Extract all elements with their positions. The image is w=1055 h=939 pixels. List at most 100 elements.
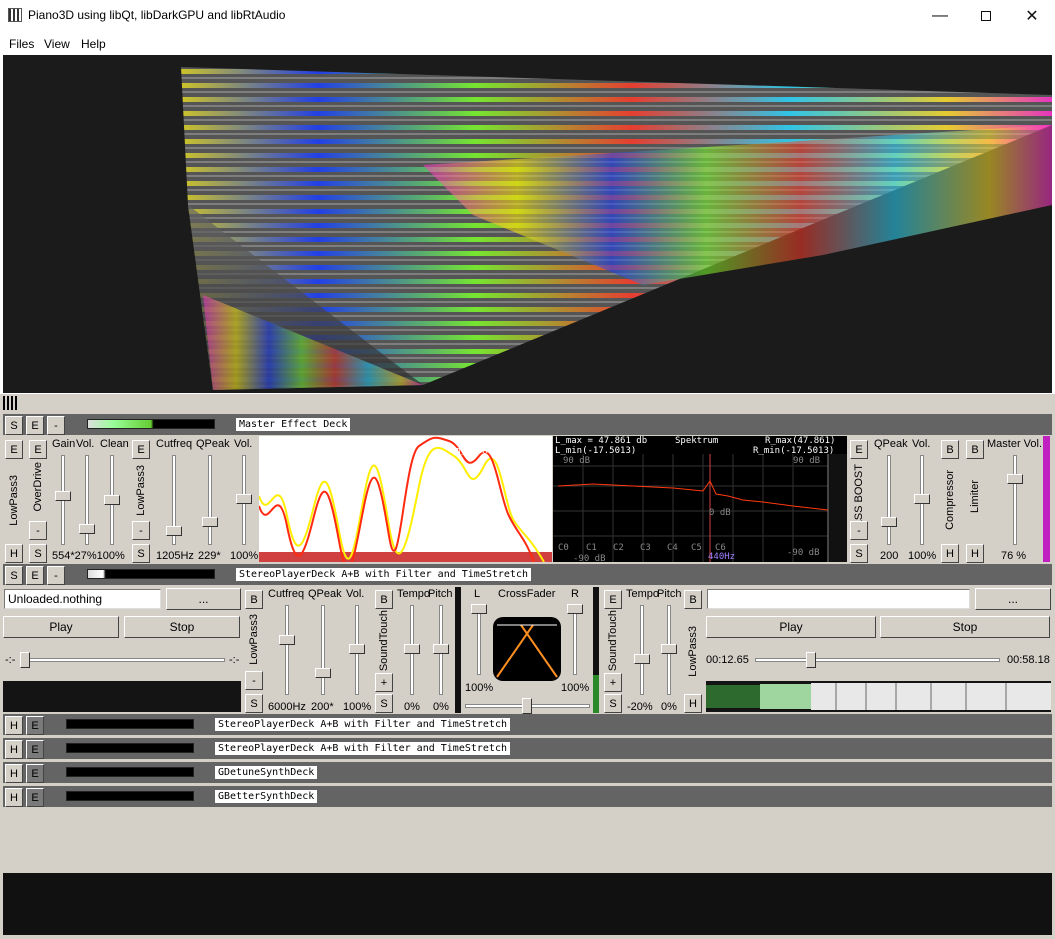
master-minus-button[interactable]: - — [47, 416, 65, 435]
stereo-cutfreq-slider-handle[interactable] — [279, 635, 295, 645]
master-vol-slider-track[interactable] — [1013, 455, 1017, 545]
overdrive-s-button[interactable]: S — [29, 544, 47, 563]
player-a-position-track[interactable] — [20, 658, 225, 662]
tempo-a-label: Tempo — [397, 588, 431, 600]
bassboost-s-button[interactable]: S — [850, 544, 868, 563]
tempo-b-label: Tempo — [626, 588, 660, 600]
deck-2-h-button[interactable]: H — [5, 740, 23, 759]
lowpass-h-button[interactable]: H — [5, 544, 23, 563]
master-s-button[interactable]: S — [5, 416, 23, 435]
bass-qpeak-slider-track[interactable] — [887, 455, 891, 545]
vol-slider-handle[interactable] — [236, 494, 252, 504]
player-a-b-button[interactable]: B — [245, 590, 263, 609]
master-vol-value: 76 % — [1001, 550, 1027, 562]
crossfader-position-handle[interactable] — [522, 698, 532, 714]
compressor-b-button[interactable]: B — [941, 440, 959, 459]
crossfader-l-slider-track[interactable] — [477, 605, 481, 675]
lowpass-a-minus-button[interactable]: - — [245, 671, 263, 690]
bassboost-e-button[interactable]: E — [850, 440, 868, 459]
player-b-waveform[interactable] — [706, 681, 1051, 712]
master-vol-slider-handle[interactable] — [1007, 474, 1023, 484]
soundtouch-b-plus-button[interactable]: + — [604, 673, 622, 692]
deck-4-h-button[interactable]: H — [5, 788, 23, 807]
stereo-minus-button[interactable]: - — [47, 566, 65, 585]
tempo-b-slider-handle[interactable] — [634, 654, 650, 664]
deck-4-e-button[interactable]: E — [26, 788, 44, 807]
bass-vol-slider-handle[interactable] — [914, 494, 930, 504]
soundtouch-a-b-button[interactable]: B — [375, 590, 393, 609]
limiter-h-button[interactable]: H — [966, 544, 984, 563]
player-b-position-track[interactable] — [755, 658, 1000, 662]
master-e-button[interactable]: E — [26, 416, 44, 435]
qpeak-slider-handle[interactable] — [202, 517, 218, 527]
deck-1-h-button[interactable]: H — [5, 716, 23, 735]
player-b-browse-button[interactable]: ... — [975, 588, 1051, 610]
crossfader-r-slider-track[interactable] — [573, 605, 577, 675]
player-a-play-button[interactable]: Play — [3, 616, 119, 638]
player-b-play-button[interactable]: Play — [706, 616, 876, 638]
stereo-vol-slider-handle[interactable] — [349, 644, 365, 654]
stereo-s-button[interactable]: S — [5, 566, 23, 585]
piano-keys-icon — [3, 396, 19, 410]
stereo-qpeak-slider-handle[interactable] — [315, 668, 331, 678]
osc-min-r: m_minR(-1.95214) — [455, 446, 542, 456]
deck-3-e-button[interactable]: E — [26, 764, 44, 783]
stereo-level-meter — [87, 569, 215, 579]
bottom-output-panel — [3, 873, 1052, 935]
deck-1-e-button[interactable]: E — [26, 716, 44, 735]
overdrive-e-button[interactable]: E — [29, 440, 47, 459]
clean-slider-handle[interactable] — [104, 495, 120, 505]
menu-files[interactable]: Files — [9, 37, 34, 51]
lowpass-a-s-button[interactable]: S — [245, 694, 263, 713]
maximize-button[interactable] — [963, 0, 1009, 31]
player-b-stop-button[interactable]: Stop — [880, 616, 1050, 638]
soundtouch-b-e-button[interactable]: E — [604, 590, 622, 609]
deck-4-label: GBetterSynthDeck — [215, 790, 318, 803]
limiter-b-button[interactable]: B — [966, 440, 984, 459]
lowpass-e-button[interactable]: E — [5, 440, 23, 459]
minimize-button[interactable]: — — [917, 0, 963, 31]
bass-qpeak-slider-handle[interactable] — [881, 517, 897, 527]
tempo-a-slider-handle[interactable] — [404, 644, 420, 654]
qpeak-slider-track[interactable] — [208, 455, 212, 545]
crossfader-l-slider-handle[interactable] — [471, 604, 487, 614]
cutfreq-slider-handle[interactable] — [166, 526, 182, 536]
deck-2-e-button[interactable]: E — [26, 740, 44, 759]
stereo-e-button[interactable]: E — [26, 566, 44, 585]
gain-slider-handle[interactable] — [55, 491, 71, 501]
pitch-b-label: Pitch — [657, 588, 682, 600]
player-a-browse-button[interactable]: ... — [166, 588, 241, 610]
close-button[interactable]: ✕ — [1009, 0, 1055, 31]
lowpass2-s-button[interactable]: S — [132, 544, 150, 563]
pitch-a-label: Pitch — [428, 588, 453, 600]
lowpass-b-h-button[interactable]: H — [684, 694, 702, 713]
player-a-file-field[interactable]: Unloaded.nothing — [4, 589, 161, 609]
pitch-b-slider-handle[interactable] — [661, 644, 677, 654]
compressor-h-button[interactable]: H — [941, 544, 959, 563]
spec-note-c3: C3 — [640, 543, 651, 553]
bassboost-minus-button[interactable]: - — [850, 521, 868, 540]
lowpass-b-b-button[interactable]: B — [684, 590, 702, 609]
player-a-position-handle[interactable] — [20, 652, 30, 668]
player-a-stop-button[interactable]: Stop — [124, 616, 240, 638]
crossfader-r-label: R — [571, 588, 579, 600]
menu-view[interactable]: View — [44, 37, 70, 51]
lowpass2-minus-button[interactable]: - — [132, 521, 150, 540]
soundtouch-a-s-button[interactable]: S — [375, 694, 393, 713]
soundtouch-a-plus-button[interactable]: + — [375, 673, 393, 692]
tempo-b-slider-track[interactable] — [640, 605, 644, 695]
stereo-qpeak-slider-track[interactable] — [321, 605, 325, 695]
stereo-cutfreq-slider-track[interactable] — [285, 605, 289, 695]
deck-3-h-button[interactable]: H — [5, 764, 23, 783]
deck-3-level-meter — [66, 767, 194, 777]
menu-help[interactable]: Help — [81, 37, 106, 51]
crossfader-r-slider-handle[interactable] — [567, 604, 583, 614]
soundtouch-b-s-button[interactable]: S — [604, 694, 622, 713]
player-b-position-handle[interactable] — [806, 652, 816, 668]
od-vol-slider-handle[interactable] — [79, 524, 95, 534]
player-b-file-field[interactable] — [707, 589, 970, 609]
piano3d-viewport[interactable] — [3, 55, 1052, 393]
lowpass2-e-button[interactable]: E — [132, 440, 150, 459]
overdrive-minus-button[interactable]: - — [29, 521, 47, 540]
pitch-a-slider-handle[interactable] — [433, 644, 449, 654]
